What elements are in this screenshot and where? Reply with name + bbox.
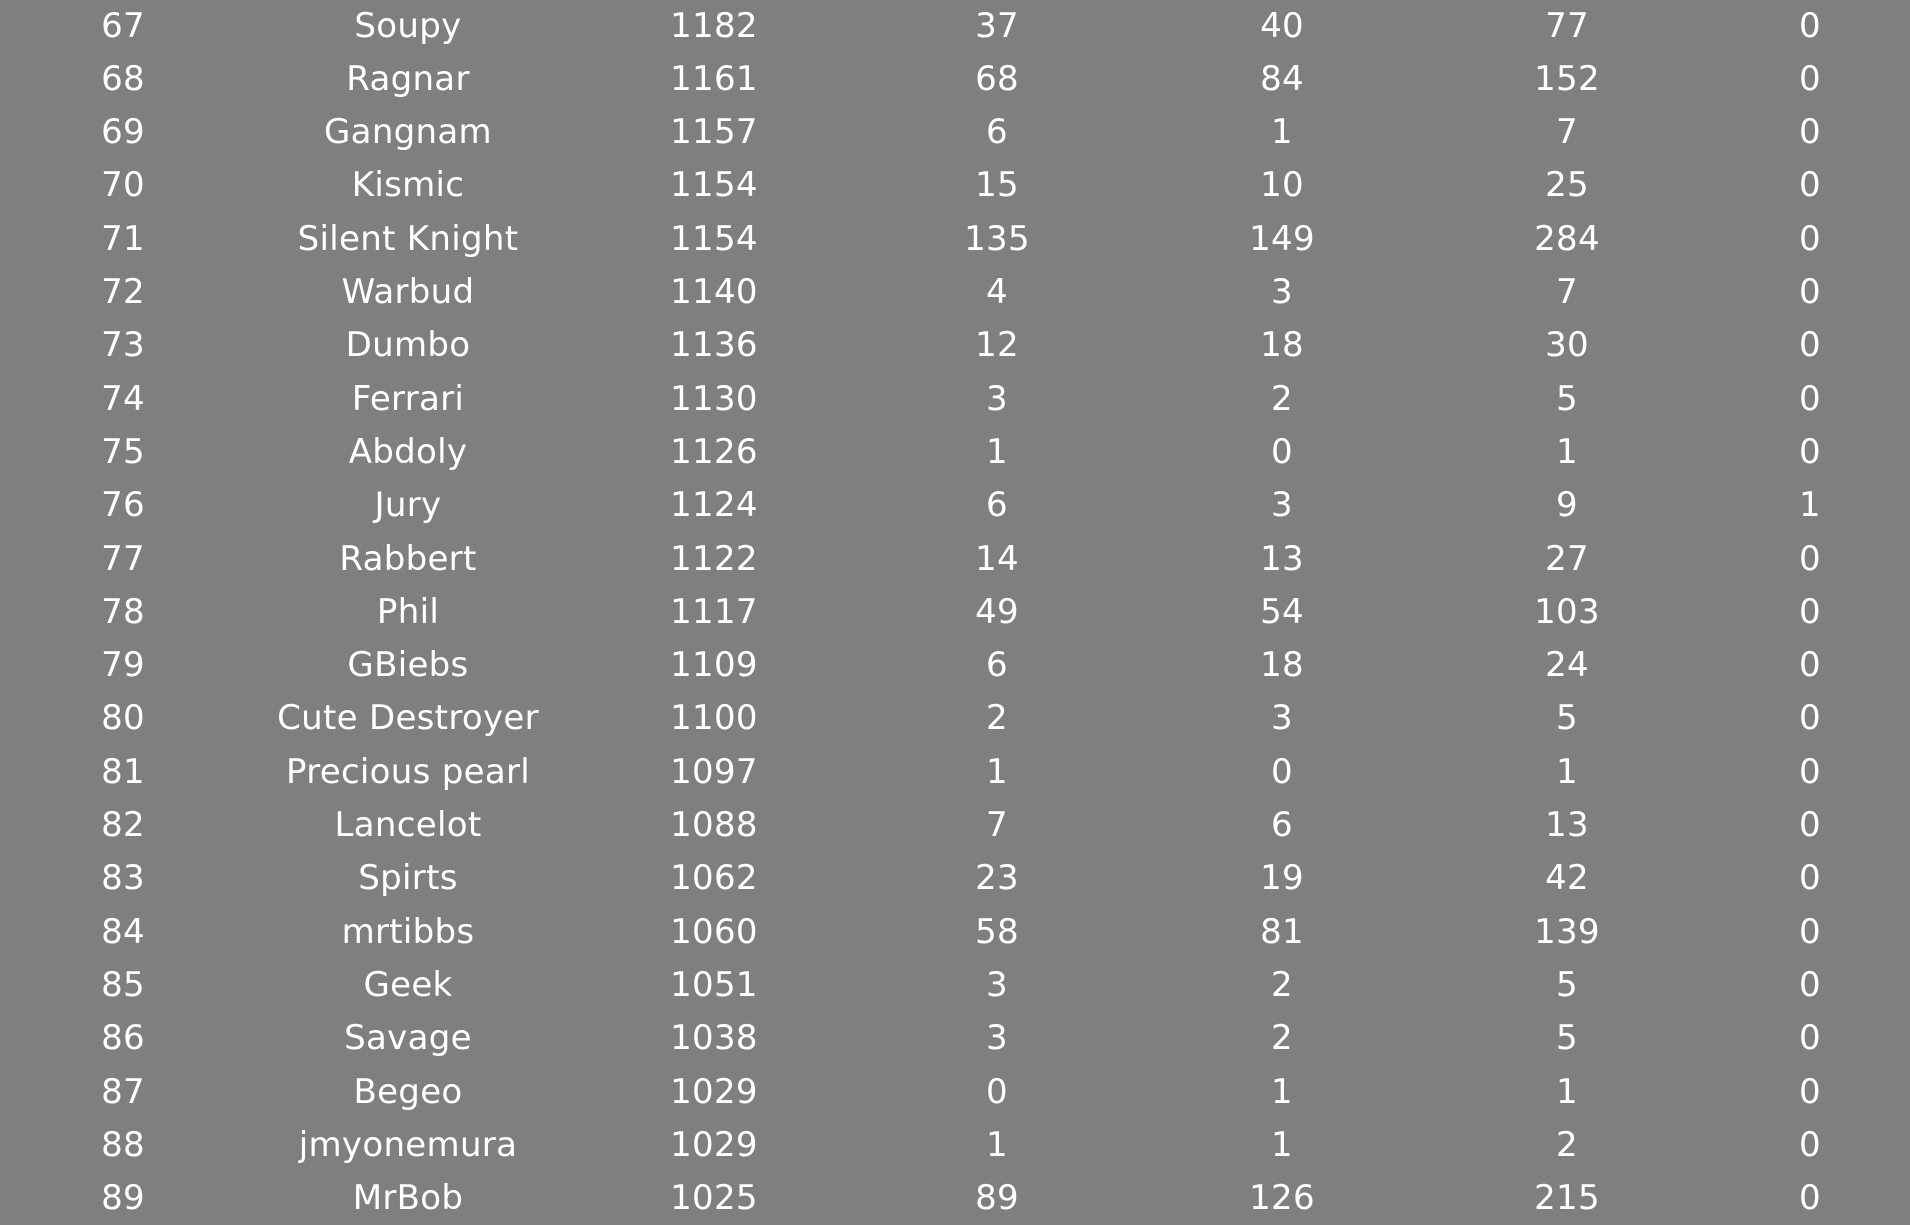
stat-cell-4: 0: [1799, 165, 1821, 206]
stat-cell-4: 0: [1799, 751, 1821, 792]
stat-cell-4: 0: [1799, 911, 1821, 952]
table-row: 80 Cute Destroyer 1100 2 3 5 0: [0, 692, 1910, 745]
table-row: 67 Soupy 1182 37 40 77 0: [0, 0, 1910, 53]
table-row: 69 Gangnam 1157 6 1 7 0: [0, 106, 1910, 159]
table-row: 68 Ragnar 1161 68 84 152 0: [0, 53, 1910, 106]
stat-cell-4: 0: [1799, 805, 1821, 845]
table-row: 86 Savage 1038 3 2 5 0: [0, 1012, 1910, 1065]
table-row: 70 Kismic 1154 15 10 25 0: [0, 159, 1910, 212]
table-row: 72 Warbud 1140 4 3 7 0: [0, 266, 1910, 319]
stat-cell-4: 0: [1799, 1071, 1821, 1112]
table-row: 81 Precious pearl 1097 1 0 1 0: [0, 746, 1910, 799]
table-row: 78 Phil 1117 49 54 103 0: [0, 586, 1910, 639]
stat-cell-4: 0: [1799, 378, 1821, 419]
table-row: 82 Lancelot 1088 7 6 13 0: [0, 799, 1910, 852]
table-row: 77 Rabbert 1122 14 13 27 0: [0, 533, 1910, 586]
stat-cell-4: 0: [1799, 325, 1821, 366]
stat-cell-4: 0: [1799, 538, 1821, 579]
table-row: 84 mrtibbs 1060 58 81 139 0: [0, 906, 1910, 959]
stat-cell-4: 0: [1799, 272, 1821, 312]
stat-cell-4: 0: [1799, 112, 1821, 153]
stat-cell-4: 0: [1799, 5, 1821, 46]
table-row: 74 Ferrari 1130 3 2 5 0: [0, 373, 1910, 426]
table-row: 83 Spirts 1062 23 19 42 0: [0, 852, 1910, 905]
table-row: 79 GBiebs 1109 6 18 24 0: [0, 639, 1910, 692]
table-row: 75 Abdoly 1126 1 0 1 0: [0, 426, 1910, 479]
table-row: 73 Dumbo 1136 12 18 30 0: [0, 319, 1910, 372]
stat-cell-4: 0: [1799, 431, 1821, 472]
stat-cell-4: 1: [1799, 485, 1821, 526]
stat-cell-4: 0: [1799, 58, 1821, 99]
table-row: 71 Silent Knight 1154 135 149 284 0: [0, 213, 1910, 266]
leaderboard-table: 67 Soupy 1182 37 40 77 0 68 Ragnar 1161 68 84 152 0 69…: [0, 0, 1910, 1224]
table-row: 88 jmyonemura 1029 1 1 2 0: [0, 1119, 1910, 1172]
table-row: 85 Geek 1051 3 2 5 0: [0, 959, 1910, 1012]
stat-cell-4: 0: [1799, 591, 1821, 632]
table-row: 87 Begeo 1029 0 1 1 0: [0, 1066, 1910, 1119]
table-row: 89 MrBob 1025 89 126 215 0: [0, 1172, 1910, 1225]
stat-cell-4: 0: [1799, 218, 1821, 259]
stat-cell-4: 0: [1799, 964, 1821, 1005]
stat-cell-4: 0: [1799, 698, 1821, 739]
stat-cell-4: 0: [1799, 1018, 1821, 1059]
table-row: 76 Jury 1124 6 3 9 1: [0, 479, 1910, 532]
stat-cell-4: 0: [1799, 1124, 1821, 1165]
stat-cell-4: 0: [1799, 645, 1821, 686]
stat-cell-4: 0: [1799, 858, 1821, 899]
stat-cell-4: 0: [1799, 1178, 1821, 1219]
